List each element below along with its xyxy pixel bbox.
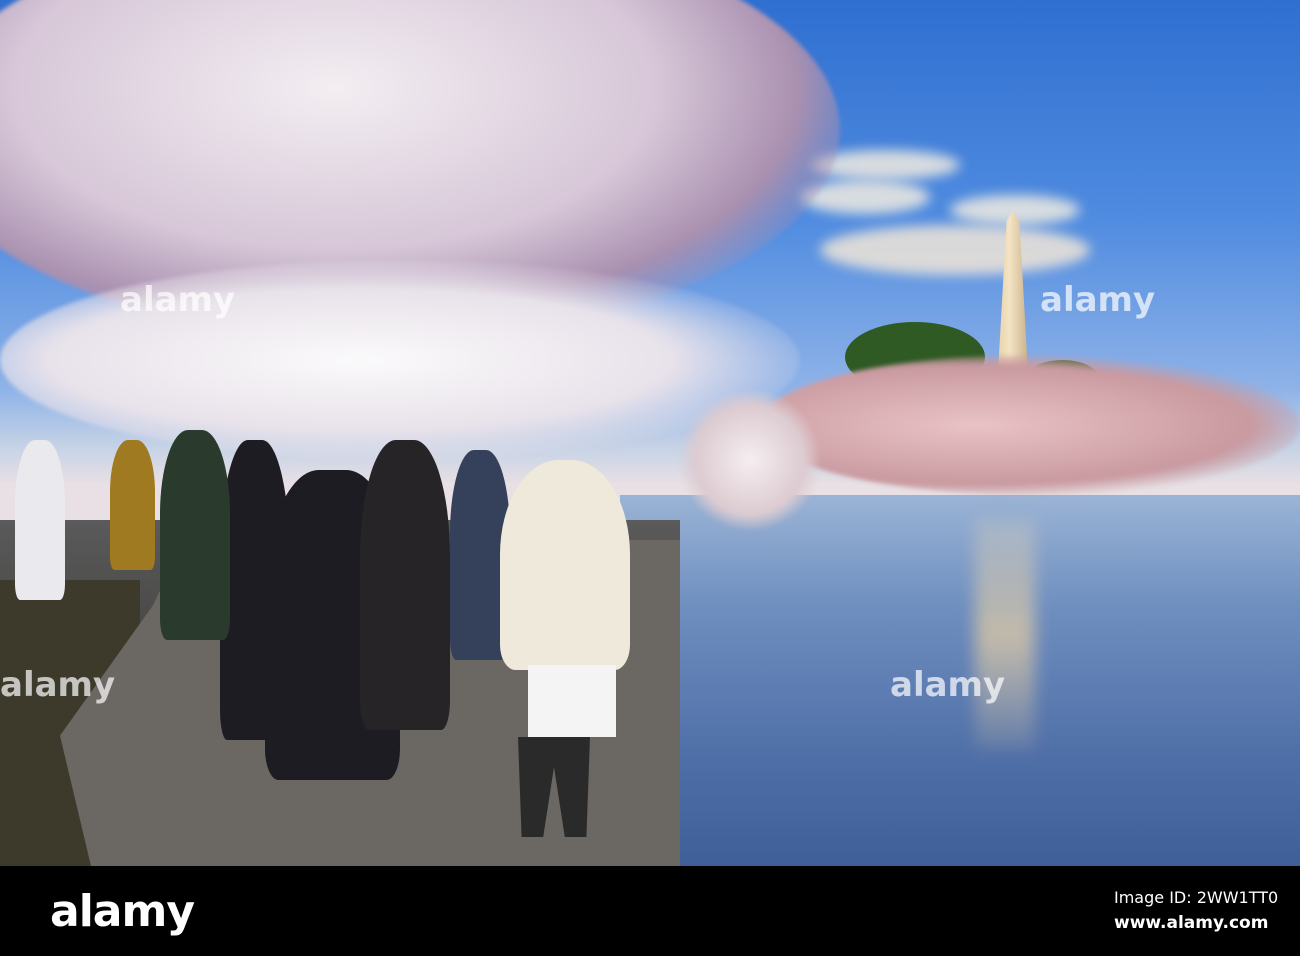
watermark: alamy xyxy=(0,665,116,705)
alamy-logo: alamy xyxy=(50,886,195,937)
person xyxy=(220,440,290,740)
watermark: alamy xyxy=(120,280,236,320)
person xyxy=(360,440,450,730)
monument-reflection xyxy=(975,520,1035,750)
photo: alamy alamy alamy alamy xyxy=(0,0,1300,866)
person xyxy=(160,430,230,640)
watermark: alamy xyxy=(890,665,1006,705)
watermark: alamy xyxy=(1040,280,1156,320)
cherry-blossom-branch xyxy=(680,390,820,530)
white-skirt xyxy=(528,665,616,737)
person-white-coat xyxy=(500,460,630,670)
footer-bar xyxy=(0,866,1300,956)
person xyxy=(15,440,65,600)
cloud xyxy=(820,225,1090,275)
image-id: Image ID: 2WW1TT0 xyxy=(1114,888,1279,907)
distant-cherry-trees xyxy=(760,355,1300,495)
site-url: www.alamy.com xyxy=(1114,913,1269,933)
person xyxy=(110,440,155,570)
